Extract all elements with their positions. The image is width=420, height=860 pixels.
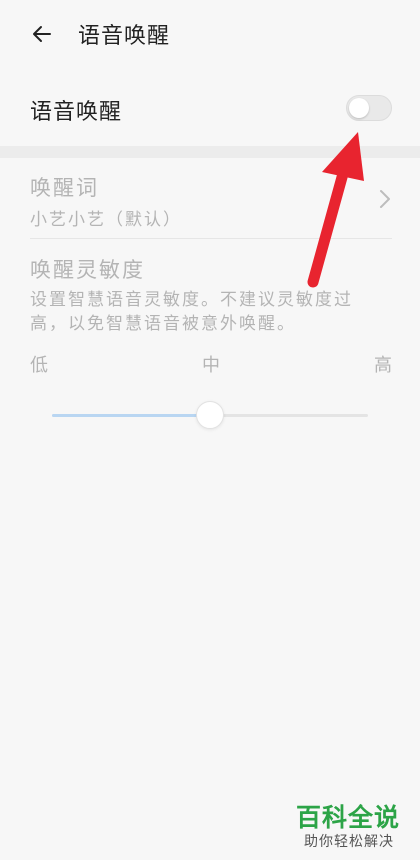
back-button[interactable]: [26, 18, 58, 50]
wake-word-title: 唤醒词: [30, 176, 99, 200]
watermark-tagline: 助你轻松解决: [304, 834, 394, 850]
slider-fill: [52, 414, 210, 417]
row-divider: [30, 238, 392, 239]
section-divider: [0, 146, 420, 158]
sensitivity-description: 设置智慧语音灵敏度。不建议灵敏度过高，以免智慧语音被意外唤醒。: [30, 290, 353, 334]
voice-wake-label: 语音唤醒: [30, 100, 123, 125]
watermark-brand: 百科全说: [296, 803, 401, 832]
sensitivity-high-label: 高: [374, 355, 392, 376]
slider-thumb[interactable]: [196, 401, 224, 429]
chevron-right-icon: [380, 190, 390, 208]
wake-word-value: 小艺小艺（默认）: [30, 210, 182, 230]
page-title: 语音唤醒: [78, 24, 171, 49]
voice-wake-switch[interactable]: [346, 95, 392, 121]
sensitivity-title: 唤醒灵敏度: [30, 258, 145, 282]
back-arrow-icon: [33, 26, 51, 42]
sensitivity-mid-label: 中: [202, 355, 220, 376]
sensitivity-low-label: 低: [30, 355, 48, 376]
top-bar: 语音唤醒: [0, 0, 420, 68]
switch-knob: [349, 98, 369, 118]
